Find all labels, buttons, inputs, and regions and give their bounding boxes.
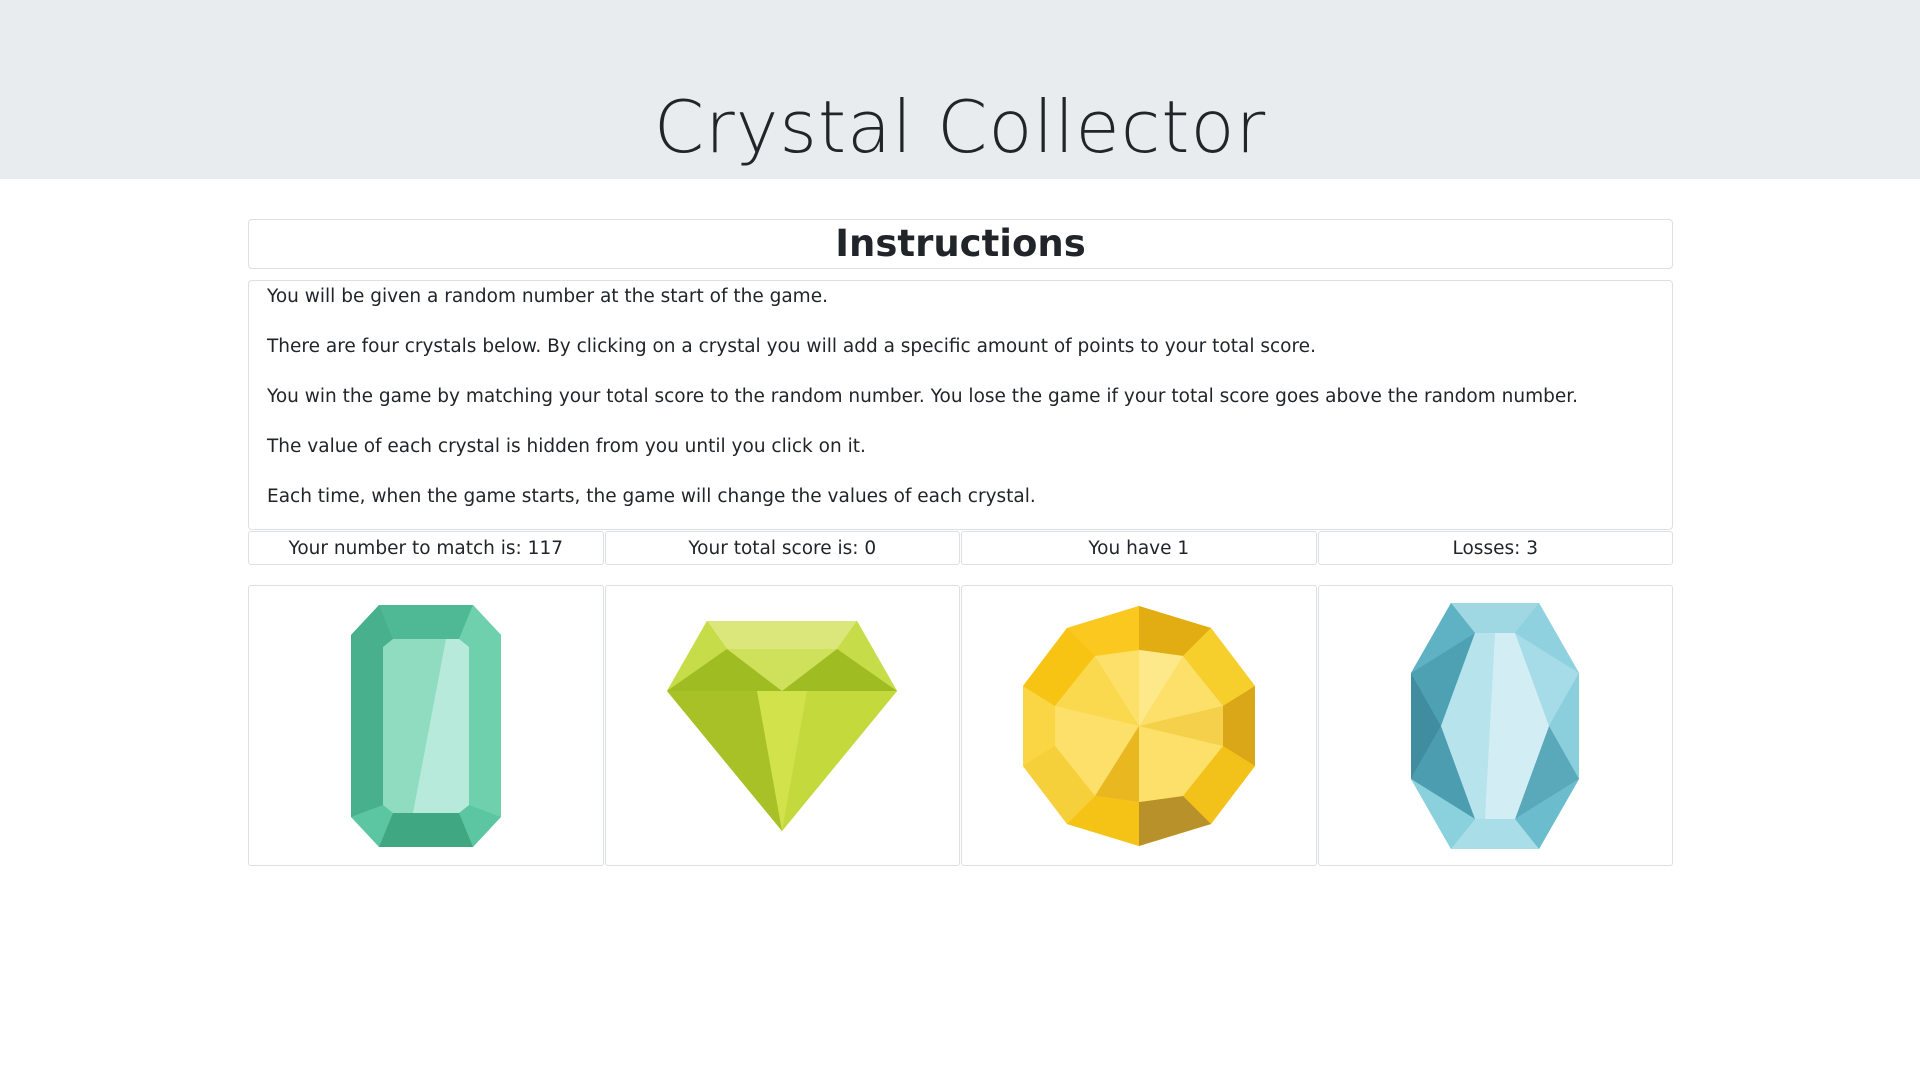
crystal-button-blue[interactable] [1317,585,1673,866]
instruction-line: There are four crystals below. By clicki… [267,336,1316,357]
page-title: Crystal Collector [653,85,1267,169]
crystal-button-yellow[interactable] [961,585,1317,866]
instructions-body: You will be given a random number at the… [248,280,1673,530]
instruction-line: You win the game by matching your total … [267,386,1579,407]
instruction-line: You will be given a random number at the… [267,286,828,307]
blue-oval-crystal-icon [1411,602,1580,849]
game-container: Instructions You will be given a random … [248,219,1673,866]
losses-count: Losses: 3 [1317,531,1673,565]
crystal-button-lime[interactable] [604,585,960,866]
lime-diamond-crystal-icon [667,620,898,831]
green-emerald-crystal-icon [350,604,501,847]
instruction-line: Each time, when the game starts, the gam… [267,486,1036,507]
total-score: Your total score is: 0 [604,531,960,565]
instructions-header: Instructions [248,219,1673,269]
instruction-line: The value of each crystal is hidden from… [267,436,866,457]
target-number: Your number to match is: 117 [248,531,604,565]
instructions-title: Instructions [835,222,1086,265]
yellow-round-crystal-icon [1022,605,1255,846]
header-jumbotron: Crystal Collector [0,0,1920,179]
crystals-row [248,585,1673,866]
stats-row: Your number to match is: 117 Your total … [248,531,1673,565]
crystal-button-green[interactable] [248,585,604,866]
wins-count: You have 1 [961,531,1317,565]
